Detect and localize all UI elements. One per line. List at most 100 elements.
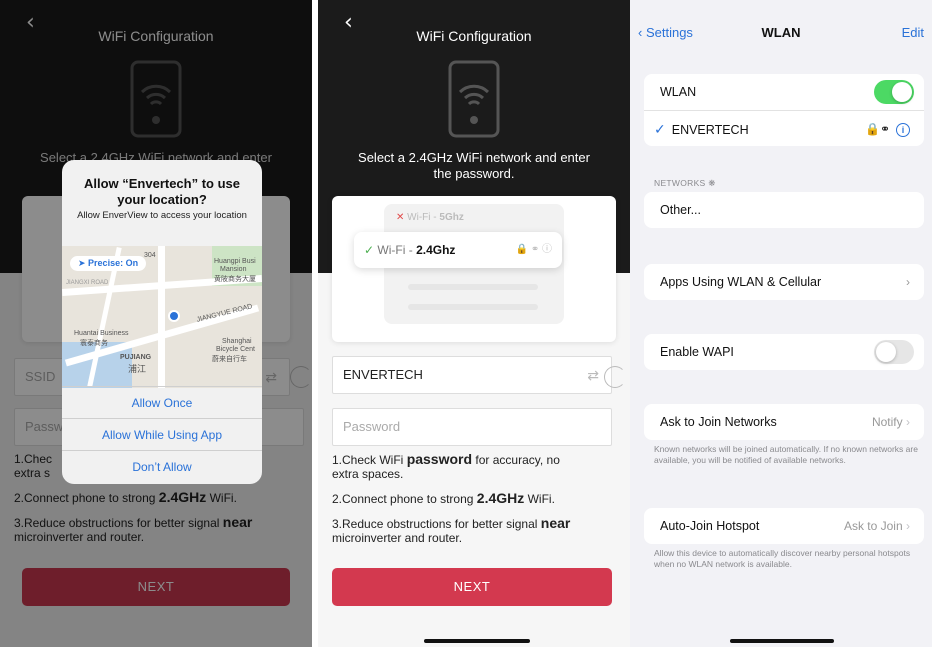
tip-3-emphasis: near [540, 515, 571, 531]
wifi-24ghz-band: 2.4Ghz [416, 243, 456, 257]
apps-label: Apps Using WLAN & Cellular [660, 275, 822, 289]
ask-join-value-text: Notify [871, 415, 903, 429]
map-label: 蔚来自行车 [212, 356, 247, 363]
apps-group: Apps Using WLAN & Cellular › [644, 264, 924, 300]
password-input[interactable]: Password [332, 408, 612, 446]
wapi-toggle[interactable] [874, 340, 914, 364]
networks-header: NETWORKS ❋ [654, 178, 716, 189]
wlan-label: WLAN [660, 85, 697, 99]
placeholder-bar [408, 284, 538, 290]
hero-instruction: Select a 2.4GHz WiFi network and enter t… [358, 150, 590, 181]
wifi-illustration-card: ✕ Wi-Fi - 5Ghz [332, 196, 616, 342]
precise-label: Precise: On [88, 258, 139, 268]
tip-3-text: 3.Reduce obstructions for better signal [332, 517, 541, 531]
refresh-icon[interactable] [604, 366, 626, 388]
allow-while-using-button[interactable]: Allow While Using App [62, 418, 262, 450]
password-placeholder: Password [343, 419, 401, 434]
page-title: WiFi Configuration [416, 28, 532, 44]
map-label: Huantai Business [74, 330, 129, 337]
auto-join-label: Auto-Join Hotspot [660, 519, 760, 533]
wifi-5ghz-prefix: Wi-Fi - [407, 212, 440, 223]
connected-network-name: ENVERTECH [671, 123, 749, 137]
wlan-toggle[interactable] [874, 80, 914, 104]
current-location-dot [168, 310, 180, 322]
placeholder-bar [408, 304, 538, 310]
location-map: ➤ Precise: On 304 Huangpi Busi Mansion 黄… [62, 246, 262, 388]
networks-header-text: NETWORKS [654, 178, 706, 188]
wifi-config-screen: ‹ WiFi Configuration Select a 2.4GHz WiF… [318, 0, 630, 647]
checkmark-icon: ✓ [364, 243, 375, 257]
edit-button[interactable]: Edit [902, 25, 924, 40]
wapi-group: Enable WAPI [644, 334, 924, 370]
ask-join-row[interactable]: Ask to Join Networks Notify › [644, 404, 924, 440]
next-button[interactable]: NEXT [332, 568, 612, 606]
auto-join-group: Auto-Join Hotspot Ask to Join › [644, 508, 924, 544]
tip-1: 1.Check WiFi password for accuracy, no ex… [332, 452, 620, 481]
tip-2-suffix: WiFi. [524, 492, 555, 506]
auto-join-row[interactable]: Auto-Join Hotspot Ask to Join › [644, 508, 924, 544]
other-label: Other... [660, 203, 701, 217]
auto-join-footer: Allow this device to automatically disco… [654, 548, 911, 569]
page-title: WLAN [761, 25, 801, 40]
navigation-bar: ‹ Settings WLAN Edit [630, 0, 932, 60]
map-label: 黄陂商务大厦 [214, 276, 256, 283]
tip-3: 3.Reduce obstructions for better signal … [332, 516, 620, 545]
map-label: Shanghai [222, 338, 252, 345]
toggle-knob [876, 342, 896, 362]
wifi-config-screen-with-location-alert: ‹ WiFi Configuration Select a 2.4GHz WiF… [0, 0, 312, 647]
home-indicator [730, 639, 834, 643]
dont-allow-button[interactable]: Don’t Allow [62, 450, 262, 482]
ask-join-value: Notify › [872, 404, 910, 440]
ios-wlan-settings: ‹ Settings WLAN Edit WLAN ✓ ENVERTECH 🔒⚭ i… [630, 0, 932, 647]
router-wifi-icon [448, 60, 500, 138]
wifi-5ghz-band: 5Ghz [439, 212, 464, 223]
wapi-row: Enable WAPI [644, 334, 924, 370]
apps-using-wlan-row[interactable]: Apps Using WLAN & Cellular › [644, 264, 924, 300]
map-label: Huangpi Busi [214, 258, 256, 265]
map-label: 304 [144, 252, 156, 259]
ask-join-group: Ask to Join Networks Notify › [644, 404, 924, 440]
connected-network-row[interactable]: ✓ ENVERTECH 🔒⚭ i [644, 110, 924, 146]
info-icon[interactable]: i [896, 123, 910, 137]
network-status-icons: 🔒⚭ i [865, 111, 910, 146]
auto-join-value: Ask to Join › [844, 508, 910, 544]
map-label: JIANGXI ROAD [66, 280, 109, 286]
auto-join-value-text: Ask to Join [843, 519, 903, 533]
map-label: PUJIANG [120, 354, 152, 361]
ssid-value: ENVERTECH [343, 367, 423, 382]
wifi-24ghz-prefix: Wi-Fi - [377, 243, 417, 257]
checkmark-icon: ✓ [654, 121, 666, 137]
ssid-input[interactable]: ENVERTECH ⇄ [332, 356, 612, 394]
map-label: 浦江 [128, 364, 147, 374]
ask-join-label: Ask to Join Networks [660, 415, 777, 429]
map-label: Mansion [220, 266, 247, 273]
other-network-row[interactable]: Other... [644, 192, 924, 228]
networks-group: Other... [644, 192, 924, 228]
tip-1-line-2: extra spaces. [332, 467, 404, 481]
tip-3-suffix: microinverter and router. [332, 531, 463, 545]
loading-spinner-icon: ❋ [708, 178, 716, 188]
chevron-right-icon: › [906, 415, 910, 429]
wapi-label: Enable WAPI [660, 345, 734, 359]
tips-list: 1.Check WiFi password for accuracy, no ex… [332, 452, 620, 555]
tip-2: 2.Connect phone to strong 2.4GHz WiFi. [332, 491, 620, 506]
tip-1-emphasis: password [406, 451, 473, 467]
toggle-knob [892, 82, 912, 102]
wlan-toggle-row: WLAN [644, 74, 924, 110]
chevron-right-icon: › [906, 275, 910, 289]
allow-once-button[interactable]: Allow Once [62, 386, 262, 418]
tip-1-suffix: for accuracy, no [472, 453, 560, 467]
wifi-24ghz-item: ✓ Wi-Fi - 2.4Ghz 🔒 ⚭ ⓘ [354, 232, 562, 268]
map-label: 寰泰商务 [80, 340, 108, 347]
wifi-5ghz-item: ✕ Wi-Fi - 5Ghz [396, 212, 464, 223]
map-label: Bicycle Cent [216, 346, 255, 353]
cross-icon: ✕ [396, 212, 405, 223]
ask-join-footer: Known networks will be joined automatica… [654, 444, 918, 465]
location-permission-alert: Allow “Envertech” to use your location? … [62, 160, 262, 484]
lock-wifi-info-icon: 🔒 ⚭ ⓘ [515, 244, 552, 255]
precise-location-toggle[interactable]: ➤ Precise: On [70, 256, 147, 271]
chevron-right-icon: › [906, 519, 910, 533]
tip-2-emphasis: 2.4GHz [476, 490, 525, 506]
swap-icon[interactable]: ⇄ [587, 357, 599, 393]
alert-title: Allow “Envertech” to use your location? [83, 176, 241, 207]
